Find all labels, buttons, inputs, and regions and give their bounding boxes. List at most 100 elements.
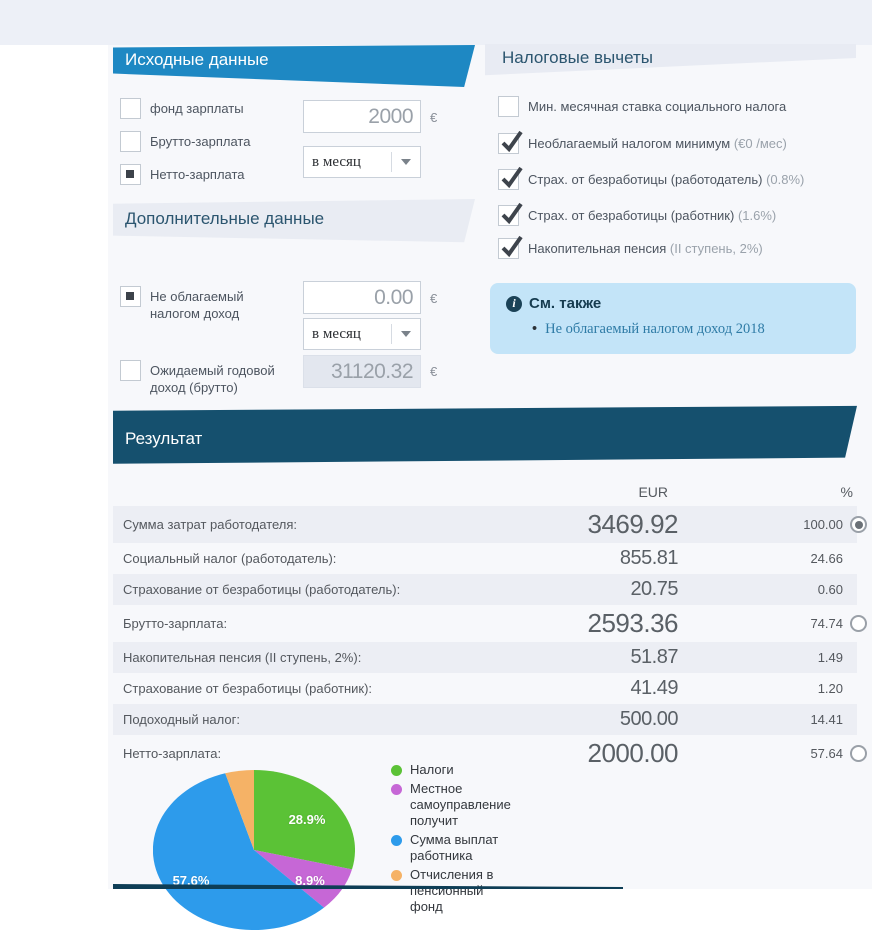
legend-dot-green xyxy=(391,765,402,776)
row-pct-value: 74.74 xyxy=(678,616,843,631)
checkbox-gross-salary[interactable] xyxy=(120,131,141,152)
option-funded-pension[interactable]: Накопительная пенсия (II ступень, 2%) xyxy=(498,238,763,259)
row-eur-value: 20.75 xyxy=(521,578,678,601)
legend-item-pension-fund[interactable]: Отчисления в пенсионный фонд xyxy=(391,867,513,915)
tax-free-income-input[interactable] xyxy=(303,281,421,314)
see-also-box: i См. также • Не облагаемый налогом дохо… xyxy=(490,283,856,354)
result-row-unemployment-employer: Страхование от безработицы (работодатель… xyxy=(113,574,857,605)
option-label: Не облагаемый налогом доход xyxy=(150,286,290,322)
row-pct-value: 14.41 xyxy=(678,712,843,727)
option-salary-fund[interactable]: фонд зарплаты xyxy=(120,98,244,119)
section-banner-result: Результат xyxy=(113,404,857,465)
option-gross-salary[interactable]: Брутто-зарплата xyxy=(120,131,250,152)
row-label: Социальный налог (работодатель): xyxy=(113,551,521,566)
result-row-gross-salary: Брутто-зарплата: 2593.36 74.74 xyxy=(113,605,857,642)
row-label: Страхование от безработицы (работник): xyxy=(113,681,521,696)
checkbox-salary-fund[interactable] xyxy=(120,98,141,119)
option-min-social-tax[interactable]: Мин. месячная ставка социального налога xyxy=(498,96,786,117)
see-also-link[interactable]: Не облагаемый налогом доход 2018 xyxy=(545,321,765,337)
option-suffix: (II ступень, 2%) xyxy=(670,241,763,256)
legend-item-employee-payout[interactable]: Сумма выплат работника xyxy=(391,832,513,864)
section-title-result: Результат xyxy=(125,429,202,449)
row-pct-value: 0.60 xyxy=(678,582,843,597)
check-icon xyxy=(499,202,523,226)
option-label: Накопительная пенсия xyxy=(528,241,666,256)
option-label: Страх. от безработицы (работодатель) xyxy=(528,172,762,187)
check-icon xyxy=(499,235,523,259)
column-header-percent: % xyxy=(813,484,853,500)
radio-net-salary[interactable] xyxy=(850,745,867,762)
result-row-unemployment-employee: Страхование от безработицы (работник): 4… xyxy=(113,673,857,704)
chart-legend: Налоги Местное самоуправление получит Су… xyxy=(391,762,513,918)
pie-chart-svg xyxy=(153,770,355,930)
result-row-income-tax: Подоходный налог: 500.00 14.41 xyxy=(113,704,857,735)
period-select-additional[interactable]: в месяц xyxy=(303,318,421,350)
row-eur-value: 51.87 xyxy=(521,646,678,669)
row-label: Накопительная пенсия (II ступень, 2%): xyxy=(113,650,521,665)
option-net-salary[interactable]: Нетто-зарплата xyxy=(120,164,245,185)
option-label: Нетто-зарплата xyxy=(150,164,245,183)
currency-symbol: € xyxy=(430,364,437,379)
row-eur-value: 500.00 xyxy=(521,708,678,731)
amount-input[interactable] xyxy=(303,100,421,133)
row-eur-value: 855.81 xyxy=(521,547,678,570)
option-label: Брутто-зарплата xyxy=(150,131,250,150)
row-pct-value: 100.00 xyxy=(678,517,843,532)
legend-label: Отчисления в пенсионный фонд xyxy=(410,867,513,915)
checkbox-expected-annual-income[interactable] xyxy=(120,360,141,381)
result-row-social-tax: Социальный налог (работодатель): 855.81 … xyxy=(113,543,857,574)
expected-annual-income-input xyxy=(303,355,421,388)
option-expected-annual-income[interactable]: Ожидаемый годовой доход (брутто) xyxy=(120,360,295,396)
option-suffix: (1.6%) xyxy=(738,208,776,223)
row-eur-value: 2593.36 xyxy=(521,608,678,639)
checkbox-min-social-tax[interactable] xyxy=(498,96,519,117)
page-top-strip xyxy=(0,0,872,45)
info-icon: i xyxy=(506,296,522,312)
result-row-funded-pension: Накопительная пенсия (II ступень, 2%): 5… xyxy=(113,642,857,673)
option-label: Страх. от безработицы (работник) xyxy=(528,208,734,223)
row-label: Брутто-зарплата: xyxy=(113,616,521,631)
row-label: Подоходный налог: xyxy=(113,712,521,727)
legend-item-local-government[interactable]: Местное самоуправление получит xyxy=(391,781,513,829)
chevron-down-icon[interactable] xyxy=(392,159,420,165)
pie-label-taxes: 28.9% xyxy=(284,812,330,827)
legend-item-taxes[interactable]: Налоги xyxy=(391,762,513,778)
section-title-source-data: Исходные данные xyxy=(125,50,269,70)
row-pct-value: 1.49 xyxy=(678,650,843,665)
option-tax-free-income[interactable]: Не облагаемый налогом доход xyxy=(120,286,290,322)
see-also-list-item: • Не облагаемый налогом доход 2018 xyxy=(532,321,765,338)
option-unemployment-employer[interactable]: Страх. от безработицы (работодатель) (0.… xyxy=(498,169,804,190)
checkbox-tax-free-income-checked[interactable] xyxy=(120,286,141,307)
row-eur-value: 3469.92 xyxy=(521,509,678,540)
result-row-employer-total-cost: Сумма затрат работодателя: 3469.92 100.0… xyxy=(113,506,857,543)
checkbox-funded-pension-checked[interactable] xyxy=(498,238,519,259)
checkbox-net-salary-checked[interactable] xyxy=(120,164,141,185)
option-tax-free-minimum[interactable]: Необлагаемый налогом минимум (€0 /мес) xyxy=(498,133,787,154)
row-label: Страхование от безработицы (работодатель… xyxy=(113,582,521,597)
option-label: Необлагаемый налогом минимум xyxy=(528,136,730,151)
radio-gross-salary[interactable] xyxy=(850,615,867,632)
period-select[interactable]: в месяц xyxy=(303,146,421,178)
option-unemployment-employee[interactable]: Страх. от безработицы (работник) (1.6%) xyxy=(498,205,776,226)
option-label: Мин. месячная ставка социального налога xyxy=(528,99,786,114)
option-label: Ожидаемый годовой доход (брутто) xyxy=(150,360,295,396)
see-also-title: См. также xyxy=(529,295,601,312)
option-label: фонд зарплаты xyxy=(150,98,244,117)
legend-dot-purple xyxy=(391,784,402,795)
section-title-tax-deductions: Налоговые вычеты xyxy=(502,48,653,68)
chevron-down-icon[interactable] xyxy=(392,331,420,337)
checkbox-tax-free-minimum-checked[interactable] xyxy=(498,133,519,154)
row-eur-value: 41.49 xyxy=(521,677,678,700)
column-header-eur: EUR xyxy=(625,484,668,500)
radio-employer-total-selected[interactable] xyxy=(850,516,867,533)
check-icon xyxy=(499,130,523,154)
checkbox-unemployment-employer-checked[interactable] xyxy=(498,169,519,190)
section-title-additional-data: Дополнительные данные xyxy=(125,209,324,229)
row-pct-value: 24.66 xyxy=(678,551,843,566)
row-label: Нетто-зарплата: xyxy=(113,746,521,761)
legend-dot-blue xyxy=(391,835,402,846)
checkbox-unemployment-employee-checked[interactable] xyxy=(498,205,519,226)
currency-symbol: € xyxy=(430,291,437,306)
see-also-title-row: i См. также xyxy=(506,295,601,312)
row-eur-value: 2000.00 xyxy=(521,738,678,769)
